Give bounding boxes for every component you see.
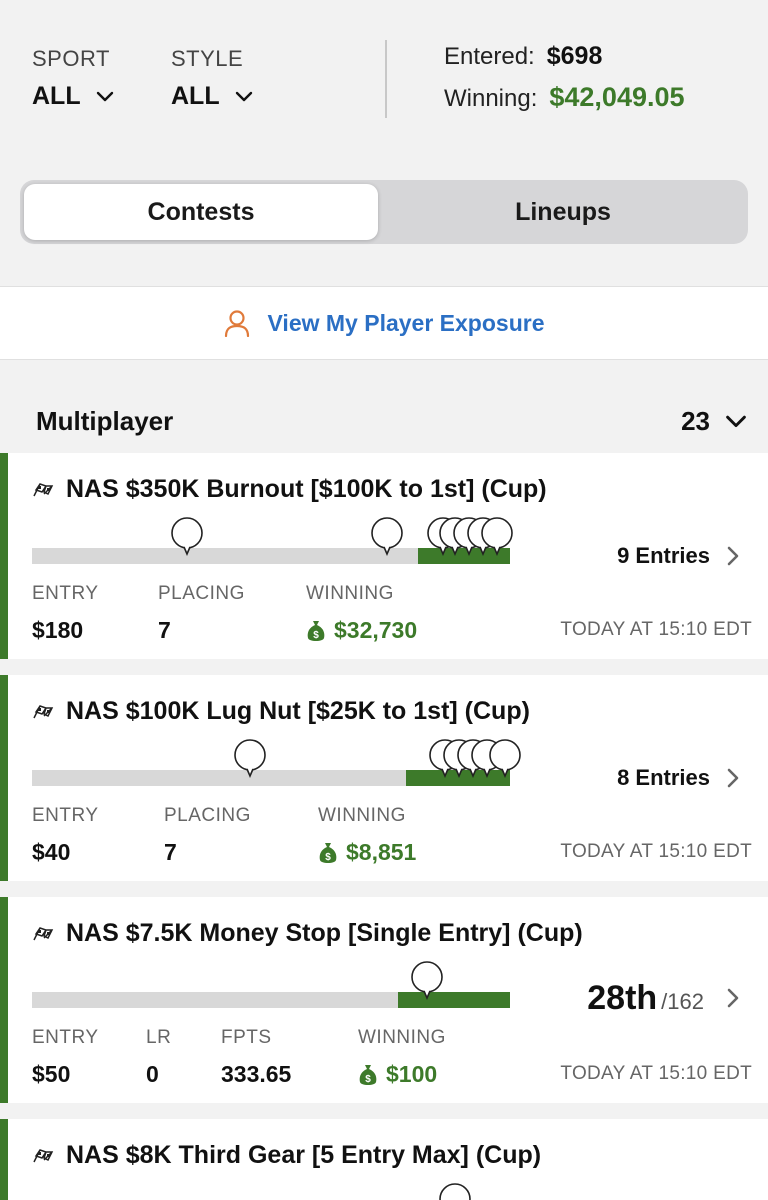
stat-label: PLACING bbox=[164, 805, 251, 826]
lineup-marker-icon bbox=[481, 517, 513, 556]
entry-stat: ENTRY $40 bbox=[32, 805, 99, 866]
entries-link[interactable]: 9 Entries bbox=[617, 543, 740, 569]
stat-label: ENTRY bbox=[32, 805, 99, 826]
entry-stat: ENTRY $50 bbox=[32, 1027, 99, 1088]
tab-contests[interactable]: Contests bbox=[24, 184, 378, 240]
stat-label: ENTRY bbox=[32, 583, 99, 604]
contest-card[interactable]: NAS $8K Third Gear [5 Entry Max] (Cup) bbox=[0, 1119, 768, 1200]
svg-text:$: $ bbox=[313, 630, 319, 641]
stat-value: $8,851 bbox=[346, 839, 417, 865]
lr-stat: LR 0 bbox=[146, 1027, 171, 1088]
contest-name: NAS $8K Third Gear [5 Entry Max] (Cup) bbox=[66, 1141, 542, 1169]
placing-stat: PLACING 7 bbox=[158, 583, 245, 644]
contest-start-time: TODAY AT 15:10 EDT bbox=[560, 619, 752, 640]
placing-stat: PLACING 7 bbox=[164, 805, 251, 866]
winning-label: Winning: bbox=[444, 85, 538, 112]
rank-value: 28th bbox=[587, 979, 658, 1017]
stat-value: $100 bbox=[386, 1061, 438, 1087]
entries-count: 8 Entries bbox=[617, 765, 710, 790]
view-player-exposure-link[interactable]: View My Player Exposure bbox=[0, 286, 768, 360]
checkered-flag-icon bbox=[33, 704, 54, 718]
checkered-flag-icon bbox=[33, 482, 54, 496]
chevron-right-icon bbox=[727, 768, 739, 788]
style-filter-value: ALL bbox=[171, 82, 220, 110]
stat-label: WINNING bbox=[358, 1027, 446, 1048]
sport-filter[interactable]: SPORT ALL bbox=[32, 46, 115, 111]
winning-stat: WINNING $ $8,851 bbox=[318, 805, 416, 866]
stat-value: 0 bbox=[146, 1061, 159, 1087]
totals-summary: Entered: $698 Winning: $42,049.05 bbox=[444, 42, 685, 122]
chevron-down-icon bbox=[235, 91, 252, 101]
svg-text:$: $ bbox=[325, 852, 331, 863]
chevron-right-icon bbox=[727, 988, 739, 1008]
svg-text:$: $ bbox=[365, 1074, 371, 1085]
divider bbox=[385, 40, 387, 118]
checkered-flag-icon bbox=[33, 926, 54, 940]
stat-label: LR bbox=[146, 1027, 172, 1048]
lineup-marker-icon bbox=[371, 517, 403, 556]
view-player-exposure-label: View My Player Exposure bbox=[267, 309, 545, 336]
section-title: Multiplayer bbox=[36, 406, 174, 436]
stat-label: FPTS bbox=[221, 1027, 272, 1048]
stat-value: $40 bbox=[32, 839, 71, 865]
chevron-right-icon bbox=[727, 546, 739, 566]
entries-count: 9 Entries bbox=[617, 543, 710, 568]
stat-value: $32,730 bbox=[334, 617, 418, 643]
contest-name: NAS $350K Burnout [$100K to 1st] (Cup) bbox=[66, 475, 547, 503]
sport-filter-label: SPORT bbox=[32, 46, 110, 71]
stat-value: 333.65 bbox=[221, 1061, 292, 1087]
money-bag-icon: $ bbox=[359, 1064, 377, 1085]
entries-link[interactable]: 8 Entries bbox=[617, 765, 740, 791]
entered-label: Entered: bbox=[444, 43, 535, 70]
stat-label: ENTRY bbox=[32, 1027, 99, 1048]
multiplayer-section-header[interactable]: Multiplayer 23 bbox=[0, 392, 768, 452]
chevron-down-icon bbox=[96, 91, 113, 101]
lineup-marker-icon bbox=[171, 517, 203, 556]
stat-label: WINNING bbox=[306, 583, 394, 604]
sport-filter-value: ALL bbox=[32, 82, 81, 110]
contest-card[interactable]: NAS $350K Burnout [$100K to 1st] (Cup) 9… bbox=[0, 453, 768, 659]
lineup-marker-icon bbox=[234, 739, 266, 778]
entry-stat: ENTRY $180 bbox=[32, 583, 99, 644]
winning-stat: WINNING $ $32,730 bbox=[306, 583, 417, 644]
stat-value: 7 bbox=[158, 617, 171, 643]
contest-start-time: TODAY AT 15:10 EDT bbox=[560, 1063, 752, 1084]
checkered-flag-icon bbox=[33, 1148, 54, 1162]
view-tabs: Contests Lineups bbox=[20, 180, 748, 244]
filter-header: SPORT ALL STYLE ALL Entered: $698 Winnin… bbox=[0, 0, 768, 160]
contest-name: NAS $7.5K Money Stop [Single Entry] (Cup… bbox=[66, 919, 583, 947]
lineup-marker-icon bbox=[489, 739, 521, 778]
section-count: 23 bbox=[681, 406, 710, 436]
winning-total: $42,049.05 bbox=[549, 82, 685, 112]
contest-start-time: TODAY AT 15:10 EDT bbox=[560, 841, 752, 862]
lineup-marker-icon bbox=[439, 1183, 471, 1200]
fpts-stat: FPTS 333.65 bbox=[221, 1027, 291, 1088]
winning-stat: WINNING $ $100 bbox=[358, 1027, 446, 1088]
rank-total: /162 bbox=[661, 989, 704, 1014]
entered-value: $698 bbox=[546, 42, 603, 70]
money-bag-icon: $ bbox=[307, 620, 325, 641]
stat-value: $180 bbox=[32, 617, 84, 643]
contest-name: NAS $100K Lug Nut [$25K to 1st] (Cup) bbox=[66, 697, 530, 725]
tab-lineups[interactable]: Lineups bbox=[382, 184, 744, 240]
rank-link[interactable]: 28th /162 bbox=[587, 979, 740, 1018]
stat-label: WINNING bbox=[318, 805, 406, 826]
contest-card[interactable]: NAS $7.5K Money Stop [Single Entry] (Cup… bbox=[0, 897, 768, 1103]
money-bag-icon: $ bbox=[319, 842, 337, 863]
stat-label: PLACING bbox=[158, 583, 245, 604]
lineup-marker-icon bbox=[411, 961, 443, 1000]
chevron-down-icon bbox=[726, 415, 746, 427]
stat-value: $50 bbox=[32, 1061, 71, 1087]
style-filter[interactable]: STYLE ALL bbox=[171, 46, 254, 111]
person-icon bbox=[224, 310, 249, 337]
contest-card[interactable]: NAS $100K Lug Nut [$25K to 1st] (Cup) 8 … bbox=[0, 675, 768, 881]
style-filter-label: STYLE bbox=[171, 46, 244, 71]
stat-value: 7 bbox=[164, 839, 177, 865]
